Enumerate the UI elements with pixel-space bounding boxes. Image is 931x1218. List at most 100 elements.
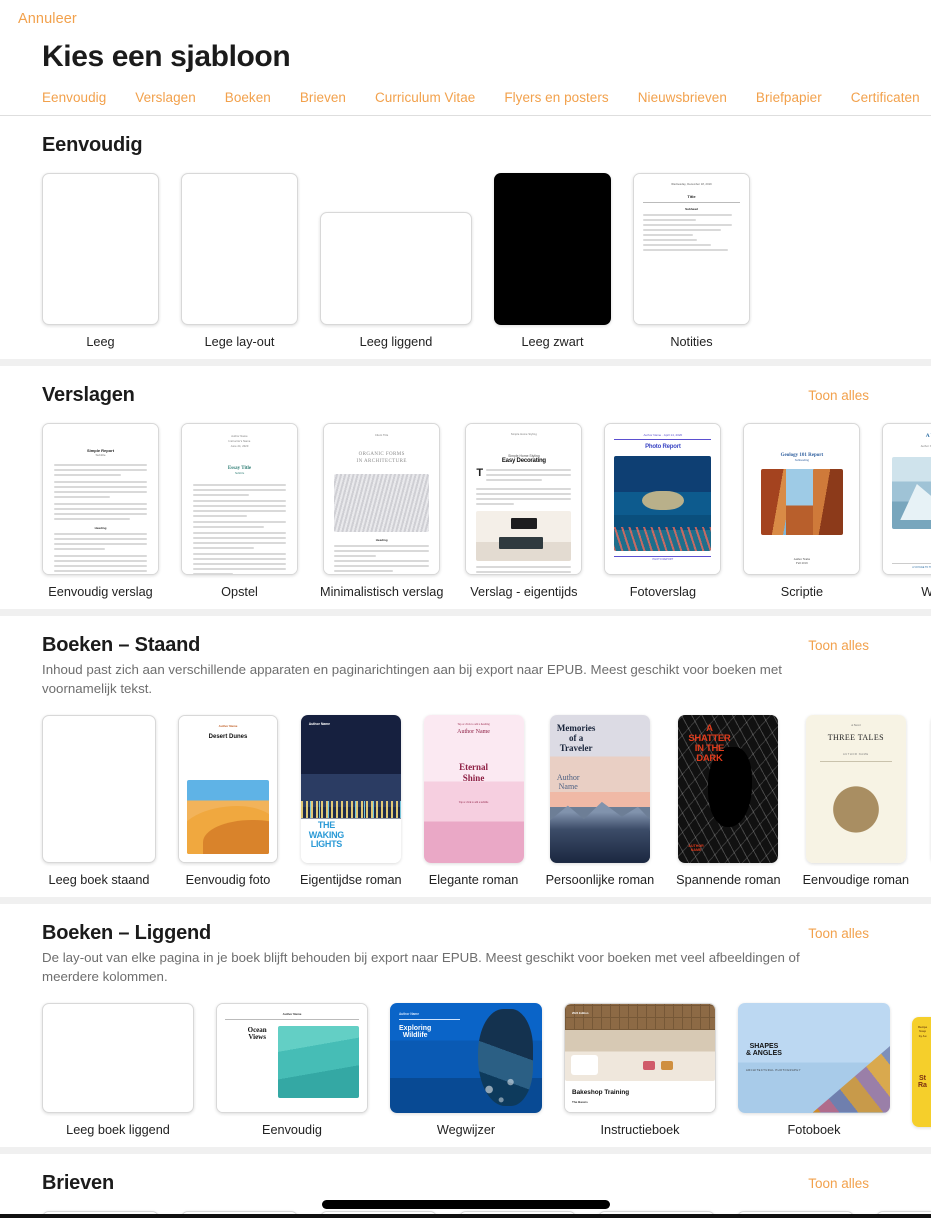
template-card-elegante-roman[interactable]: Tap or click to add a heading Author Nam… [423,714,524,887]
template-thumbnail[interactable] [320,212,472,325]
template-caption: Werkst [921,585,931,599]
thumbnail-art: Wednesday, December 18, 2019 Title Subhe… [634,174,749,324]
category-tab-strip[interactable]: Eenvoudig Verslagen Boeken Brieven Curri… [0,90,931,116]
section-description: Inhoud past zich aan verschillende appar… [42,662,782,696]
show-all-link[interactable]: Toon alles [808,638,869,653]
template-card-spannende-roman[interactable]: A SHATTER IN THE DARK AUTHOR NAME Spannende … [676,714,781,887]
cancel-button[interactable]: Annuleer [18,11,77,27]
template-card-partial-liggend[interactable]: Recipe Soup by Au St Ra [912,1016,931,1137]
template-card-leeg[interactable]: Leeg [42,173,159,349]
template-thumbnail[interactable]: A Voyage to t Subtitle Author Name · Feb… [882,423,931,575]
template-thumbnail[interactable]: Author Name · April 14, 2020 Photo Repor… [604,423,722,575]
template-caption: Eigentijdse roman [300,872,402,887]
template-thumbnail[interactable]: Simple Home Styling Simple Home Styling … [465,423,583,575]
thumbnail-art: Client Title ORGANIC FORMS IN ARCHITECTUR… [324,424,440,574]
template-card-eenvoudig-liggend[interactable]: Author Name OceanViews Highlights FromMy… [216,1002,368,1137]
thumbnail-art: 2024 Edition Bakeshop Training The Basic… [565,1003,715,1112]
template-caption: Eenvoudig foto [185,872,271,887]
template-thumbnail[interactable]: Wednesday, December 18, 2019 Title Subhe… [633,173,750,325]
template-thumbnail[interactable]: Geology 101 Report Subheading Author Nam… [743,423,861,575]
section-boeken-staand: Boeken – Staand Toon alles Inhoud past z… [0,609,931,897]
thumbnail-art: SHAPES & ANGLES ARCHITECTURAL PHOTOGRAPHY [738,1002,890,1113]
template-card-instructieboek[interactable]: 2024 Edition Bakeshop Training The Basic… [564,1002,716,1137]
template-thumbnail[interactable]: Author Name Instructor's Name June 24, 202… [181,423,298,575]
template-row-verslagen[interactable]: Simple Report Subtitle Heading “This is … [0,407,931,609]
template-card-verslag-eigentijds[interactable]: Simple Home Styling Simple Home Styling … [465,423,583,599]
template-thumbnail[interactable]: Author Name Desert Dunes [178,714,278,863]
page-title: Kies een sjabloon [42,40,291,73]
template-card-persoonlijke-roman[interactable]: Memories of a Traveler Author Name Persoonl… [546,714,654,887]
template-thumbnail[interactable]: Simple Report Subtitle Heading “This is … [42,423,159,575]
template-card-eenvoudige-roman[interactable]: A Novel THREE TALES AUTHOR NAME Eenvoudi… [803,714,909,887]
template-thumbnail[interactable]: Author Name Exploring Wildlife [390,1002,542,1113]
template-card-leeg-boek-staand[interactable]: Leeg boek staand [42,714,156,887]
template-card-minimalistisch-verslag[interactable]: Client Title ORGANIC FORMS IN ARCHITECTUR… [320,423,443,599]
template-card-leeg-boek-liggend[interactable]: Leeg boek liggend [42,1002,194,1137]
template-caption: Notities [670,335,713,349]
template-row-boeken-liggend[interactable]: Leeg boek liggend Author Name Ocean Views… [0,987,931,1147]
template-thumbnail[interactable] [42,173,159,325]
tab-curriculum-vitae[interactable]: Curriculum Vitae [375,90,475,105]
tab-certificaten[interactable]: Certificaten [851,90,920,105]
template-thumbnail[interactable]: Tap or click to add a heading Author Nam… [423,714,524,863]
template-thumbnail[interactable]: Recipe Soup by Au St Ra [912,1016,931,1127]
template-thumbnail[interactable]: Memories of a Traveler Author Name [549,714,650,863]
template-thumbnail[interactable] [42,714,156,863]
thumbnail-image [476,510,572,561]
tab-eenvoudig[interactable]: Eenvoudig [42,90,106,105]
template-card-lege-lay-out[interactable]: Lege lay-out [181,173,298,349]
template-thumbnail[interactable]: Author Name THE WAKING LIGHTS [300,714,401,863]
template-thumbnail[interactable] [42,1002,194,1113]
thumbnail-art: Geology 101 Report Subheading Author Nam… [744,424,860,574]
template-caption: Instructieboek [600,1122,680,1137]
template-card-werkstuk[interactable]: A Voyage to t Subtitle Author Name · Feb… [882,423,931,599]
section-title: Verslagen [42,384,135,406]
template-thumbnail[interactable]: SHAPES & ANGLES ARCHITECTURAL PHOTOGRAPHY [738,1002,890,1113]
template-thumbnail[interactable]: 2024 Edition Bakeshop Training The Basic… [564,1002,716,1113]
tab-brieven[interactable]: Brieven [300,90,346,105]
template-card-scriptie[interactable]: Geology 101 Report Subheading Author Nam… [743,423,861,599]
tab-briefpapier[interactable]: Briefpapier [756,90,822,105]
template-caption: Scriptie [780,585,824,599]
template-row-boeken-staand[interactable]: Leeg boek staand Author Name Desert Dune… [0,699,931,897]
template-card-wegwijzer[interactable]: Author Name Exploring Wildlife Wegwijzer [390,1002,542,1137]
template-caption: Eenvoudig [262,1122,322,1137]
template-thumbnail[interactable] [181,173,298,325]
tab-flyers-en-posters[interactable]: Flyers en posters [504,90,608,105]
template-thumbnail[interactable]: Author Name OceanViews Highlights FromMy… [216,1002,368,1113]
template-thumbnail[interactable]: Client Title ORGANIC FORMS IN ARCHITECTUR… [323,423,441,575]
template-caption: Minimalistisch verslag [320,585,444,599]
window-bottom-edge [0,1214,931,1218]
template-card-leeg-zwart[interactable]: Leeg zwart [494,173,611,349]
template-row-eenvoudig[interactable]: Leeg Lege lay-out Leeg liggend Leeg zwar… [0,157,931,359]
thumbnail-art: Tap or click to add a heading Author Nam… [423,714,524,863]
show-all-link[interactable]: Toon alles [808,1176,869,1191]
thumbnail-image [892,456,931,529]
template-card-eigentijdse-roman[interactable]: Author Name THE WAKING LIGHTS Eigentijdse … [300,714,402,887]
tab-boeken[interactable]: Boeken [225,90,271,105]
tab-nieuwsbrieven[interactable]: Nieuwsbrieven [638,90,727,105]
template-thumbnail[interactable] [494,173,611,325]
template-card-fotoverslag[interactable]: Author Name · April 14, 2020 Photo Repor… [604,423,722,599]
section-boeken-liggend: Boeken – Liggend Toon alles De lay-out v… [0,896,931,1147]
template-card-notities[interactable]: Wednesday, December 18, 2019 Title Subhe… [633,173,750,349]
template-card-leeg-liggend[interactable]: Leeg liggend [320,212,472,349]
thumbnail-art: Author Name THE WAKING LIGHTS [300,714,401,863]
section-title: Brieven [42,1171,114,1194]
template-card-fotoboek[interactable]: SHAPES & ANGLES ARCHITECTURAL PHOTOGRAPHY… [738,1002,890,1137]
template-thumbnail[interactable]: A Novel THREE TALES AUTHOR NAME [805,714,906,863]
template-caption: Lege lay-out [204,335,275,349]
template-chooser-window: Annuleer Kies een sjabloon Eenvoudig Ver… [0,0,931,1218]
template-card-opstel[interactable]: Author Name Instructor's Name June 24, 202… [181,423,298,599]
template-card-eenvoudig-verslag[interactable]: Simple Report Subtitle Heading “This is … [42,423,159,599]
thumbnail-art: Author Name · April 14, 2020 Photo Repor… [605,424,721,574]
show-all-link[interactable]: Toon alles [808,926,869,941]
template-thumbnail[interactable]: A SHATTER IN THE DARK AUTHOR NAME [678,714,779,863]
thumbnail-image [614,456,712,552]
thumbnail-art: Memories of a Traveler Author Name [549,714,650,863]
template-card-eenvoudig-foto[interactable]: Author Name Desert Dunes Eenvoudig foto [178,714,278,887]
section-verslagen: Verslagen Toon alles Simple Report Subti… [0,359,931,609]
tab-verslagen[interactable]: Verslagen [135,90,196,105]
show-all-link[interactable]: Toon alles [808,388,869,403]
section-title: Boeken – Liggend [42,921,212,944]
